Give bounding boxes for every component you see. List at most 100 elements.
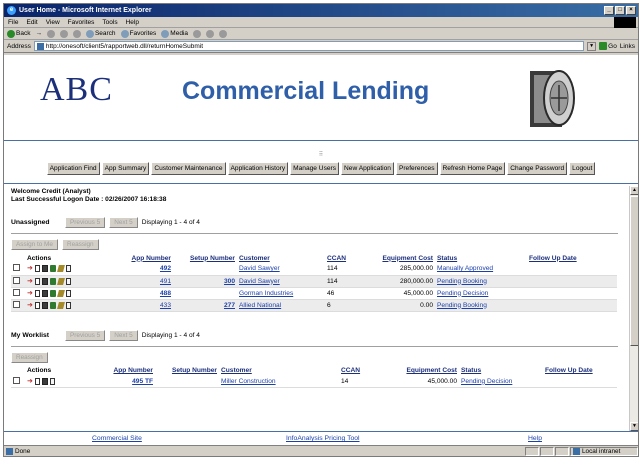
notes-icon[interactable] [41,301,48,309]
menu-tools[interactable]: Tools [102,19,117,26]
address-input[interactable]: http://onesoft/client5/rapportweb.dll/re… [33,41,585,51]
menu-file[interactable]: File [8,19,18,26]
address-dropdown[interactable]: ▼ [587,41,597,51]
go-button[interactable]: Go [599,42,617,50]
setup-number-link[interactable]: 300 [224,278,235,285]
app-number-link[interactable]: 488 [160,290,171,297]
worklist-reassign-button[interactable]: Reassign [11,351,48,363]
stop-button[interactable] [46,29,55,38]
row-checkbox[interactable] [13,288,20,296]
notes-icon[interactable] [41,277,48,285]
report-icon[interactable] [65,289,71,297]
edit-icon[interactable] [56,301,65,309]
row-checkbox[interactable] [13,376,20,384]
document-icon[interactable] [34,377,40,385]
report-icon[interactable] [65,265,71,273]
document-icon[interactable] [34,277,40,285]
home-button[interactable] [72,29,81,38]
worklist-next-button[interactable]: Next 5 [109,329,138,341]
app-number-link[interactable]: 495 TF [132,378,153,385]
print-button[interactable] [219,29,228,38]
status-link[interactable]: Pending Decision [437,290,488,297]
unassigned-col-ccan[interactable]: CCAN [325,253,367,263]
forward-button[interactable]: → [35,30,42,37]
back-button[interactable]: Back [7,29,30,38]
report-icon[interactable] [49,377,55,385]
report-icon[interactable] [65,277,71,285]
worklist-col-setup-number[interactable]: Setup Number [155,366,219,376]
unassigned-previous-button[interactable]: Previous 5 [65,217,106,228]
refresh-button[interactable] [59,29,68,38]
unassigned-reassign-button[interactable]: Reassign [61,239,99,250]
edit-icon[interactable] [56,277,65,285]
document-icon[interactable] [34,289,40,297]
nav-change-password-button[interactable]: Change Password [507,162,568,175]
document-icon[interactable] [34,265,40,273]
history-button[interactable] [193,29,202,38]
nav-manage-users-button[interactable]: Manage Users [290,162,340,175]
nav-customer-maintenance-button[interactable]: Customer Maintenance [151,162,226,175]
worklist-col-status[interactable]: Status [459,366,543,376]
minimize-button[interactable]: _ [604,6,614,15]
nav-app-summary-button[interactable]: App Summary [101,162,150,175]
notes-icon[interactable] [41,265,48,273]
scroll-thumb[interactable] [630,196,638,346]
assign-arrow-icon[interactable]: ➜ [27,302,33,309]
row-checkbox[interactable] [13,300,20,308]
status-link[interactable]: Manually Approved [437,265,493,272]
menu-favorites[interactable]: Favorites [68,19,95,26]
save-icon[interactable] [49,301,56,309]
customer-link[interactable]: David Sawyer [239,278,280,285]
customer-link[interactable]: Miller Construction [221,378,276,385]
assign-arrow-icon[interactable]: ➜ [27,265,33,272]
menu-help[interactable]: Help [126,19,139,26]
app-number-link[interactable]: 491 [160,278,171,285]
assign-arrow-icon[interactable]: ➜ [27,378,33,385]
nav-application-find-button[interactable]: Application Find [46,162,100,175]
assign-arrow-icon[interactable]: ➜ [27,278,33,285]
edit-icon[interactable] [56,265,65,273]
close-button[interactable]: × [626,6,636,15]
media-button[interactable]: Media [161,29,188,38]
save-icon[interactable] [49,289,56,297]
edit-icon[interactable] [56,289,65,297]
status-link[interactable]: Pending Decision [461,378,512,385]
scroll-up-arrow[interactable]: ▲ [630,186,638,195]
status-link[interactable]: Pending Booking [437,302,487,309]
nav-new-application-button[interactable]: New Application [341,162,394,175]
links-button[interactable]: Links [620,43,635,50]
customer-link[interactable]: Allied National [239,302,281,309]
worklist-col-equipment-cost[interactable]: Equipment Cost [383,366,459,376]
document-icon[interactable] [34,301,40,309]
nav-logout-button[interactable]: Logout [569,162,596,175]
menu-view[interactable]: View [46,19,60,26]
unassigned-next-button[interactable]: Next 5 [109,217,138,228]
worklist-col-customer[interactable]: Customer [219,366,339,376]
unassigned-col-equipment-cost[interactable]: Equipment Cost [367,253,435,263]
help-link[interactable]: Help [528,435,542,442]
customer-link[interactable]: David Sawyer [239,265,280,272]
unassigned-col-status[interactable]: Status [435,253,527,263]
status-link[interactable]: Pending Booking [437,278,487,285]
unassigned-col-customer[interactable]: Customer [237,253,325,263]
worklist-col-ccan[interactable]: CCAN [339,366,383,376]
search-button[interactable]: Search [85,29,116,38]
notes-icon[interactable] [41,377,48,385]
row-checkbox[interactable] [13,276,20,284]
save-icon[interactable] [49,265,56,273]
app-number-link[interactable]: 433 [160,302,171,309]
nav-application-history-button[interactable]: Application History [227,162,289,175]
unassigned-col-setup-number[interactable]: Setup Number [173,253,237,263]
infoanalysis-pricing-tool-link[interactable]: InfoAnalysis Pricing Tool [286,435,360,442]
commercial-site-link[interactable]: Commercial Site [92,435,142,442]
menu-edit[interactable]: Edit [26,19,37,26]
assign-to-me-button[interactable]: Assign to Me [11,239,58,250]
notes-icon[interactable] [41,289,48,297]
assign-arrow-icon[interactable]: ➜ [27,290,33,297]
app-number-link[interactable]: 492 [160,265,171,272]
setup-number-link[interactable]: 277 [224,302,235,309]
unassigned-col-follow-up[interactable]: Follow Up Date [527,253,617,263]
worklist-col-follow-up[interactable]: Follow Up Date [543,366,617,376]
maximize-button[interactable]: □ [615,6,625,15]
nav-refresh-home-page-button[interactable]: Refresh Home Page [439,162,506,175]
